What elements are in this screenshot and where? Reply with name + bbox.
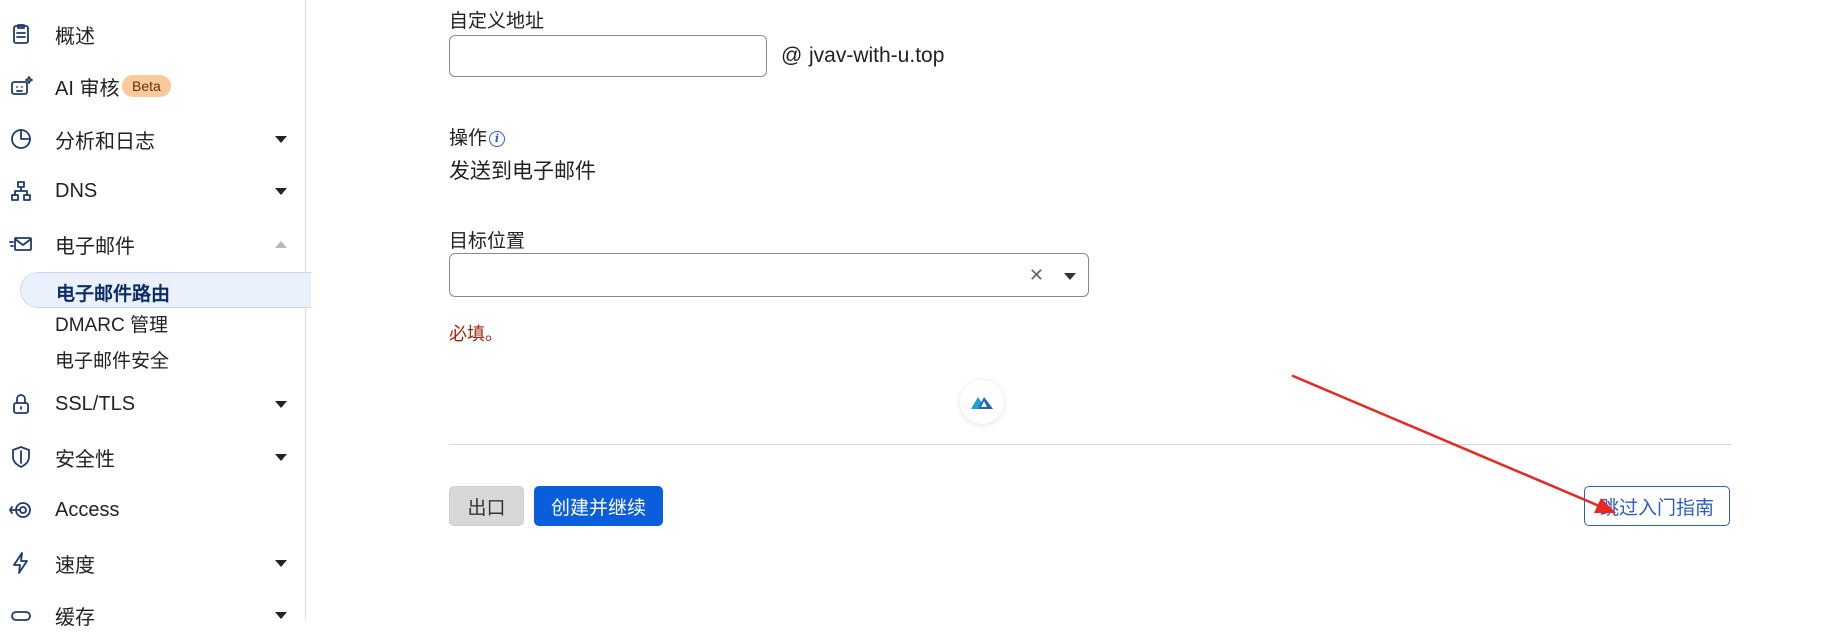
email-icon <box>8 231 34 257</box>
lightning-icon <box>8 550 34 576</box>
nav-label: 速度 <box>55 554 95 577</box>
info-icon[interactable]: i <box>489 130 506 147</box>
nav-label: Access <box>55 498 120 521</box>
skip-guide-button[interactable]: 跳过入门指南 <box>1584 486 1730 526</box>
main-content: 自定义地址 @ jvav-with-u.top 操作 i 发送到电子邮件 目标位置… <box>306 0 1839 619</box>
nav-item-cache[interactable]: 缓存 <box>0 595 305 635</box>
nav-label: 概述 <box>55 25 95 48</box>
nav-item-overview[interactable]: 概述 <box>0 14 305 54</box>
nav-item-ssl-tls[interactable]: SSL/TLS <box>0 384 305 424</box>
sidebar-subitem-dmarc[interactable]: DMARC 管理 <box>55 310 168 337</box>
pie-chart-icon <box>8 126 34 152</box>
sidebar-subitem-email-security[interactable]: 电子邮件安全 <box>55 346 169 373</box>
chevron-down-icon <box>275 187 287 195</box>
chevron-up-icon <box>275 240 287 248</box>
nav-label: 分析和日志 <box>55 130 155 153</box>
nav-item-analytics[interactable]: 分析和日志 <box>0 119 305 159</box>
shield-icon <box>8 444 34 470</box>
nav-label: SSL/TLS <box>55 392 136 415</box>
cache-icon <box>8 602 34 628</box>
access-icon <box>8 497 34 523</box>
destination-label: 目标位置 <box>449 231 526 252</box>
robot-icon <box>8 73 34 99</box>
network-icon <box>8 178 34 204</box>
chevron-down-icon <box>275 400 287 408</box>
sidebar: 概述 AI 审核 Beta 分析和日志 DNS 电子邮件 电子邮件路由 DMAR… <box>0 0 311 629</box>
clipboard-icon <box>8 21 34 47</box>
beta-badge: Beta <box>122 75 171 97</box>
chevron-down-icon <box>275 559 287 567</box>
clear-icon[interactable]: ✕ <box>1029 265 1044 286</box>
custom-address-input[interactable] <box>449 35 767 77</box>
exit-button[interactable]: 出口 <box>449 486 524 526</box>
chevron-down-icon <box>275 453 287 461</box>
chevron-down-icon <box>275 611 287 619</box>
nav-item-ai-review[interactable]: AI 审核 Beta <box>0 66 305 106</box>
action-value: 发送到电子邮件 <box>449 160 596 183</box>
nav-item-speed[interactable]: 速度 <box>0 543 305 583</box>
nav-label: AI 审核 <box>55 77 120 100</box>
required-error: 必填。 <box>449 324 503 344</box>
nav-item-access[interactable]: Access <box>0 490 305 530</box>
chevron-down-icon[interactable] <box>1064 273 1076 280</box>
assistant-logo-icon[interactable] <box>960 380 1004 424</box>
custom-address-label: 自定义地址 <box>449 11 545 32</box>
nav-label: 缓存 <box>55 606 95 629</box>
sidebar-subitem-label: 电子邮件路由 <box>56 284 171 305</box>
sidebar-subitem-email-routing[interactable]: 电子邮件路由 <box>20 272 311 308</box>
chevron-down-icon <box>275 135 287 143</box>
lock-icon <box>8 391 34 417</box>
domain-text: jvav-with-u.top <box>809 44 945 67</box>
divider <box>449 444 1731 445</box>
nav-item-security[interactable]: 安全性 <box>0 437 305 477</box>
destination-select[interactable]: ✕ <box>449 253 1089 297</box>
at-symbol: @ <box>781 44 803 67</box>
create-continue-button[interactable]: 创建并继续 <box>534 486 663 526</box>
nav-item-email[interactable]: 电子邮件 <box>0 224 305 264</box>
action-label-text: 操作 <box>449 128 488 149</box>
nav-item-dns[interactable]: DNS <box>0 171 305 211</box>
action-label: 操作 i <box>449 123 506 150</box>
nav-label: 安全性 <box>55 448 115 471</box>
nav-label: DNS <box>55 179 98 202</box>
nav-label: 电子邮件 <box>55 235 135 258</box>
